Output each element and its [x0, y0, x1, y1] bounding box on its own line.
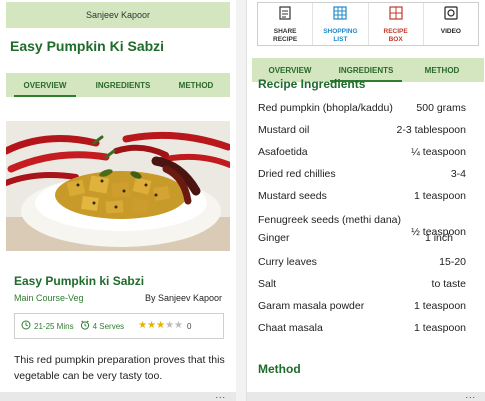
ingredient-qty: 1 teaspoon [414, 322, 466, 334]
ingredient-name: Chaat masala [258, 322, 323, 334]
ingredient-qty: ¼ teaspoon [411, 146, 466, 158]
star-icon: ★ [138, 320, 148, 331]
list-item: Red pumpkin (bhopla/kaddu) 500 grams [258, 98, 466, 120]
ingredient-name: Ginger [258, 232, 290, 244]
list-item: Mustard seeds 1 teaspoon [258, 186, 466, 208]
list-item: Mustard oil 2-3 tablespoon [258, 120, 466, 142]
list-item: Salt to taste [258, 274, 466, 296]
video-button[interactable]: VIDEO [422, 3, 478, 45]
star-icon: ★ [147, 320, 157, 331]
action-bar: SHARE RECIPE SHOPPING LIST RECIPE BOX VI… [257, 2, 479, 46]
ingredient-name: Asafoetida [258, 146, 308, 158]
servings: 4 Serves [80, 320, 125, 332]
ingredient-name: Garam masala powder [258, 300, 365, 312]
recipe-author: By Sanjeev Kapoor [144, 293, 222, 303]
star-icon: ★ [174, 320, 183, 331]
ingredient-qty: 1 teaspoon [414, 300, 466, 312]
ingredient-name: Salt [258, 278, 277, 290]
ingredient-name: Red pumpkin (bhopla/kaddu) [258, 102, 393, 114]
list-item: Curry leaves 15-20 [258, 252, 466, 274]
cook-time-value: 21-25 Mins [34, 321, 74, 331]
recipe-photo [6, 121, 230, 251]
ingredient-name: Fenugreek seeds (methi dana) [258, 214, 401, 226]
ingredients-screen: SHARE RECIPE SHOPPING LIST RECIPE BOX VI… [246, 0, 485, 401]
page-title: Easy Pumpkin Ki Sabzi [10, 38, 165, 54]
recipe-box-button[interactable]: RECIPE BOX [367, 3, 423, 45]
shopping-list-button[interactable]: SHOPPING LIST [312, 3, 367, 45]
ingredient-qty: 1 teaspoon [414, 190, 466, 202]
star-icon: ★ [156, 320, 166, 331]
share-recipe-button[interactable]: SHARE RECIPE [258, 3, 312, 45]
ingredient-name: Curry leaves [258, 256, 317, 268]
ingredient-name: Dried red chillies [258, 168, 336, 180]
tab-overview[interactable]: OVERVIEW [264, 66, 316, 75]
recipe-box-icon [389, 6, 403, 25]
ingredient-name: Mustard oil [258, 124, 310, 136]
video-icon [444, 6, 458, 25]
list-item: Garam masala powder 1 teaspoon [258, 296, 466, 318]
list-item: Asafoetida ¼ teaspoon [258, 142, 466, 164]
star-icon: ★ [165, 320, 175, 331]
rating-count: 0 [187, 321, 192, 331]
author-name: Sanjeev Kapoor [85, 10, 151, 20]
list-item: Ginger 1 inch ½ teaspoon [258, 226, 466, 252]
recipe-category[interactable]: Main Course-Veg [14, 293, 84, 303]
tab-bar: OVERVIEW INGREDIENTS METHOD [6, 73, 230, 97]
tab-method[interactable]: METHOD [168, 81, 224, 90]
list-item: Dried red chillies 3-4 [258, 164, 466, 186]
ingredient-qty: 3-4 [450, 168, 466, 180]
author-bar[interactable]: Sanjeev Kapoor [6, 2, 230, 28]
ingredient-qty: to taste [431, 278, 466, 290]
more-menu-button[interactable]: ... [215, 391, 226, 400]
shopping-list-label: SHOPPING LIST [323, 28, 358, 43]
list-item: Fenugreek seeds (methi dana) [258, 208, 466, 226]
recipe-description: This red pumpkin preparation proves that… [14, 354, 225, 382]
ingredient-name: Mustard seeds [258, 190, 327, 202]
servings-value: 4 Serves [92, 321, 125, 331]
shopping-list-icon [333, 6, 347, 25]
app-bar: ... [247, 391, 485, 401]
tab-ingredients[interactable]: INGREDIENTS [330, 66, 402, 82]
cook-time: 21-25 Mins [21, 320, 74, 332]
share-recipe-label: SHARE RECIPE [273, 28, 298, 43]
list-item: Chaat masala 1 teaspoon [258, 318, 466, 340]
share-icon [279, 6, 291, 25]
alarm-clock-icon [80, 320, 90, 332]
overview-screen: Sanjeev Kapoor Easy Pumpkin Ki Sabzi OVE… [0, 0, 236, 401]
recipe-box-label: RECIPE BOX [383, 28, 408, 43]
ingredient-qty: 2-3 tablespoon [396, 124, 466, 136]
method-heading: Method [258, 362, 301, 376]
app-bar: ... [0, 391, 236, 401]
ingredient-qty: 500 grams [416, 102, 466, 114]
ingredients-heading: Recipe Ingredients [258, 77, 366, 91]
rating-stars[interactable]: ★ ★ ★ ★ ★ 0 [138, 321, 191, 331]
ingredient-qty-alt: ½ teaspoon [411, 226, 466, 238]
ingredient-list: Red pumpkin (bhopla/kaddu) 500 grams Mus… [258, 98, 466, 340]
tab-method[interactable]: METHOD [416, 66, 468, 75]
more-menu-button[interactable]: ... [465, 391, 476, 400]
tab-overview[interactable]: OVERVIEW [14, 81, 76, 97]
ingredient-qty: 15-20 [439, 256, 466, 268]
recipe-name: Easy Pumpkin ki Sabzi [14, 274, 145, 288]
clock-icon [21, 320, 31, 332]
tab-ingredients[interactable]: INGREDIENTS [84, 81, 162, 90]
recipe-info-box: 21-25 Mins 4 Serves ★ ★ ★ ★ ★ 0 [14, 313, 224, 339]
video-label: VIDEO [440, 28, 461, 35]
